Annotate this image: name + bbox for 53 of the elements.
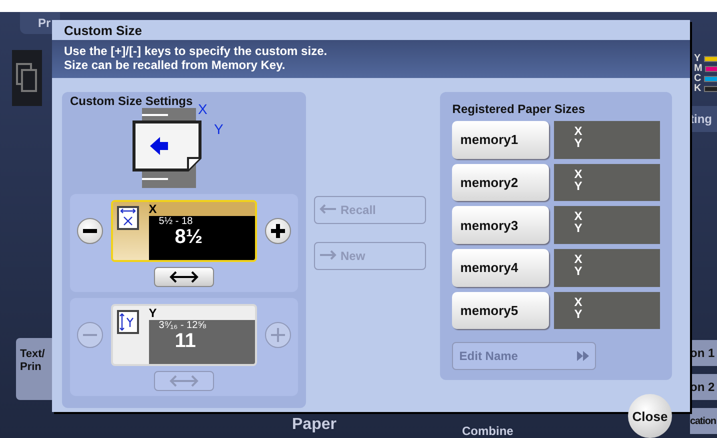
x-label: X <box>574 252 584 265</box>
plus-icon <box>270 327 286 343</box>
right-arrow-icon <box>318 250 337 260</box>
toner-bar <box>704 86 717 92</box>
x-label: X <box>574 168 584 180</box>
side-button[interactable]: cation <box>690 408 717 434</box>
original-type-text: Text/ <box>20 348 45 361</box>
copy-icon[interactable] <box>16 63 38 93</box>
plus-button[interactable] <box>264 218 291 244</box>
memory-button[interactable]: memory1 <box>452 121 550 159</box>
toner-bar <box>704 76 717 82</box>
axis-label: Y <box>148 306 255 320</box>
axis-label: X <box>148 202 255 216</box>
memory-button[interactable]: memory3 <box>452 206 550 244</box>
memory-button[interactable]: memory2 <box>452 164 550 202</box>
dialog-title: Custom Size <box>63 22 144 40</box>
size-value: 8½ <box>174 227 204 247</box>
minus-icon <box>82 334 97 336</box>
y-label: Y <box>574 180 584 192</box>
swap-button[interactable] <box>154 267 214 287</box>
tab-label[interactable]: Combine <box>462 424 514 438</box>
y-label: Y <box>574 137 584 149</box>
toner-bar <box>705 66 717 72</box>
double-arrow-icon <box>168 271 199 283</box>
x-label: X <box>574 210 584 222</box>
double-arrow-icon <box>168 375 199 387</box>
toner-label: C <box>694 74 702 84</box>
size-display[interactable]: X 5½ - 18 8½ <box>110 200 257 262</box>
minus-button[interactable] <box>76 218 103 244</box>
minus-icon <box>82 229 97 233</box>
toner-label: Y <box>694 54 701 64</box>
toner-bar <box>704 56 717 62</box>
toner-label: K <box>694 84 702 94</box>
x-label: X <box>574 296 584 308</box>
y-label: Y <box>574 308 584 320</box>
y-label: Y <box>574 222 584 234</box>
panel-title: Registered Paper Sizes <box>452 102 586 116</box>
size-value: 11 <box>174 331 197 351</box>
original-type-text: Prin <box>20 361 42 374</box>
tab-label[interactable]: Paper <box>292 416 336 434</box>
y-label: Y <box>574 264 584 277</box>
memory-button[interactable]: memory4 <box>452 248 550 287</box>
instruction-text: Size can be recalled from Memory Key. <box>64 58 286 72</box>
left-arrow-icon <box>318 204 337 214</box>
instruction-text: Use the [+]/[-] keys to specify the custom size. <box>64 44 328 58</box>
plus-icon <box>270 223 286 239</box>
double-chevron-icon <box>577 351 590 362</box>
toner-label: M <box>694 64 702 74</box>
size-display[interactable]: Y 3⁹⁄₁₆ - 12⅝ 11 <box>110 304 257 366</box>
range-text: 3⁹⁄₁₆ - 12⅝ <box>158 320 208 331</box>
memory-button[interactable]: memory5 <box>452 292 550 330</box>
range-text: 5½ - 18 <box>158 216 194 227</box>
x-label: X <box>574 125 584 137</box>
